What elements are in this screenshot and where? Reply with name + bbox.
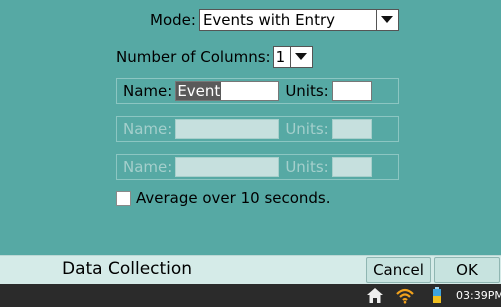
name-label: Name:	[123, 158, 173, 176]
mode-row: Mode: Events with Entry	[150, 9, 399, 31]
status-bar: 03:39PM	[0, 284, 501, 307]
entry-row-3: Name: Units:	[116, 154, 399, 180]
data-collection-screen: Mode: Events with Entry Number of Column…	[0, 0, 501, 307]
entry-row-1: Name: Event Units:	[116, 78, 399, 104]
cancel-button[interactable]: Cancel	[366, 257, 431, 283]
units-field[interactable]	[331, 81, 372, 101]
clock: 03:39PM	[456, 289, 501, 302]
chevron-down-icon	[295, 53, 308, 60]
average-row[interactable]: Average over 10 seconds.	[116, 188, 331, 208]
units-label: Units:	[285, 120, 329, 138]
mode-label: Mode:	[150, 11, 196, 29]
units-field	[331, 157, 372, 177]
home-icon[interactable]	[366, 287, 384, 304]
units-label: Units:	[285, 82, 329, 100]
name-label: Name:	[123, 82, 173, 100]
name-label: Name:	[123, 120, 173, 138]
entry-row-2: Name: Units:	[116, 116, 399, 142]
average-checkbox[interactable]	[116, 190, 131, 206]
mode-value[interactable]: Events with Entry	[198, 9, 377, 31]
ok-button[interactable]: OK	[434, 257, 500, 283]
units-field	[331, 119, 372, 139]
bottom-bar: Data Collection Cancel OK	[0, 255, 501, 284]
average-label: Average over 10 seconds.	[136, 189, 331, 207]
mode-dropdown-button[interactable]	[376, 9, 399, 31]
screen-title: Data Collection	[62, 259, 193, 279]
wifi-icon	[396, 288, 414, 304]
mode-dropdown[interactable]: Events with Entry	[198, 9, 399, 31]
columns-dropdown-button[interactable]	[290, 46, 313, 68]
name-field	[175, 119, 280, 139]
columns-row: Number of Columns: 1	[116, 46, 313, 68]
name-field	[175, 157, 280, 177]
chevron-down-icon	[381, 16, 394, 23]
battery-icon	[433, 287, 441, 303]
units-label: Units:	[285, 158, 329, 176]
columns-label: Number of Columns:	[116, 48, 271, 66]
name-field[interactable]: Event	[175, 81, 280, 101]
columns-value[interactable]: 1	[272, 46, 291, 68]
name-value: Event	[176, 82, 222, 100]
